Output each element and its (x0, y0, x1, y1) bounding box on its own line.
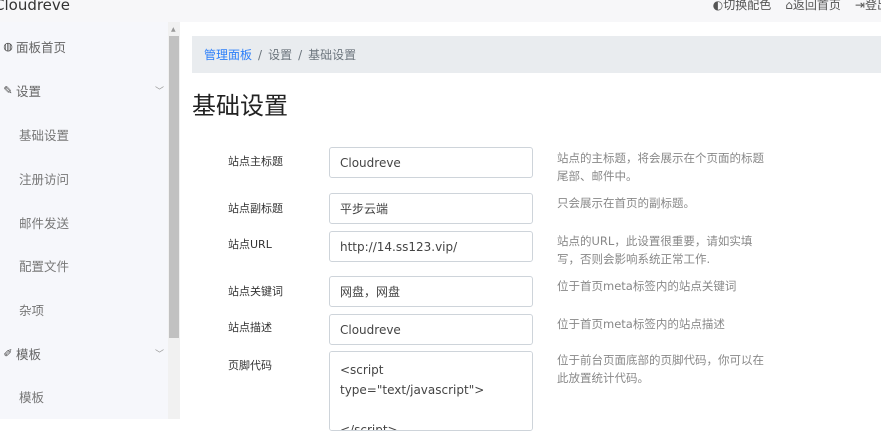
sidebar: ◍ 面板首页 ✎ 设置 ﹀ 基础设置 注册访问 邮件发送 配置文件 杂项 ✐ 模板 ﹀ 模… (0, 22, 168, 419)
site-subtitle-input[interactable] (329, 193, 533, 224)
sidebar-item-dashboard[interactable]: ◍ 面板首页 (0, 26, 168, 66)
field-label: 页脚代码 (228, 359, 272, 372)
breadcrumb-settings: 设置 (268, 48, 293, 62)
breadcrumb: 管理面板 / 设置 / 基础设置 (192, 36, 881, 73)
field-label: 站点主标题 (228, 155, 283, 168)
sidebar-item-label: 杂项 (19, 302, 45, 318)
chevron-down-icon: ﹀ (154, 86, 164, 97)
field-label: 站点副标题 (228, 202, 283, 215)
breadcrumb-current: 基础设置 (308, 48, 357, 62)
site-title-input[interactable] (329, 147, 533, 178)
wrench-icon: ✎ (3, 83, 13, 97)
scrollbar-thumb[interactable] (169, 36, 179, 338)
dashboard-icon: ◍ (3, 39, 13, 53)
sidebar-item-config-file[interactable]: 配置文件 (0, 245, 168, 285)
top-links: ◐切换配色 ⌂返回首页 ⇥登出 (713, 0, 881, 13)
breadcrumb-admin-panel[interactable]: 管理面板 (204, 46, 252, 63)
field-help: 位于前台页面底部的页脚代码，你可以在此放置统计代码。 (557, 353, 764, 385)
site-keywords-input[interactable] (329, 276, 533, 307)
field-label: 站点URL (228, 238, 272, 251)
site-description-input[interactable] (329, 314, 533, 345)
sidebar-item-register-access[interactable]: 注册访问 (0, 158, 168, 198)
sidebar-item-misc[interactable]: 杂项 (0, 289, 168, 329)
page-title: 基础设置 (192, 92, 288, 120)
chevron-down-icon: ﹀ (154, 349, 164, 360)
field-help: 只会展示在首页的副标题。 (557, 196, 695, 210)
sidebar-item-label: 面板首页 (16, 39, 67, 55)
sidebar-item-label: 注册访问 (19, 171, 70, 187)
sidebar-item-basic-settings[interactable]: 基础设置 (0, 114, 168, 154)
logout-link[interactable]: ⇥登出 (855, 0, 881, 13)
breadcrumb-separator: / (298, 47, 303, 62)
sidebar-item-label: 基础设置 (19, 127, 70, 143)
sidebar-item-template[interactable]: 模板 (0, 376, 168, 416)
field-help: 站点的主标题，将会展示在个页面的标题尾部、邮件中。 (557, 151, 764, 183)
sidebar-item-label: 邮件发送 (19, 215, 70, 231)
field-label: 站点描述 (228, 321, 272, 334)
field-help: 位于首页meta标签内的站点关键词 (557, 279, 737, 293)
home-link[interactable]: ⌂返回首页 (785, 0, 841, 13)
sidebar-item-label: 配置文件 (19, 258, 70, 274)
site-url-input[interactable] (329, 231, 533, 262)
sidebar-item-label: 设置 (16, 83, 42, 99)
scroll-up-arrow-icon[interactable]: ▲ (171, 26, 176, 33)
field-label: 站点关键词 (228, 285, 283, 298)
sidebar-item-label: 模板 (19, 389, 45, 405)
sidebar-item-templates[interactable]: ✐ 模板 ﹀ (0, 333, 168, 373)
toggle-theme-link[interactable]: ◐切换配色 (713, 0, 772, 13)
brush-icon: ✐ (3, 346, 13, 360)
top-bar: Cloudreve ◐切换配色 ⌂返回首页 ⇥登出 (0, 0, 881, 22)
field-help: 站点的URL，此设置很重要，请如实填写，否则会影响系统正常工作. (557, 234, 753, 266)
sidebar-item-settings[interactable]: ✎ 设置 ﹀ (0, 70, 168, 110)
field-help: 位于首页meta标签内的站点描述 (557, 317, 725, 331)
brand-logo[interactable]: Cloudreve (0, 0, 70, 14)
sidebar-item-label: 模板 (16, 346, 42, 362)
footer-code-textarea[interactable]: <script type="text/javascript"> </script… (329, 351, 533, 431)
breadcrumb-separator: / (258, 47, 263, 62)
sidebar-item-mail[interactable]: 邮件发送 (0, 202, 168, 242)
